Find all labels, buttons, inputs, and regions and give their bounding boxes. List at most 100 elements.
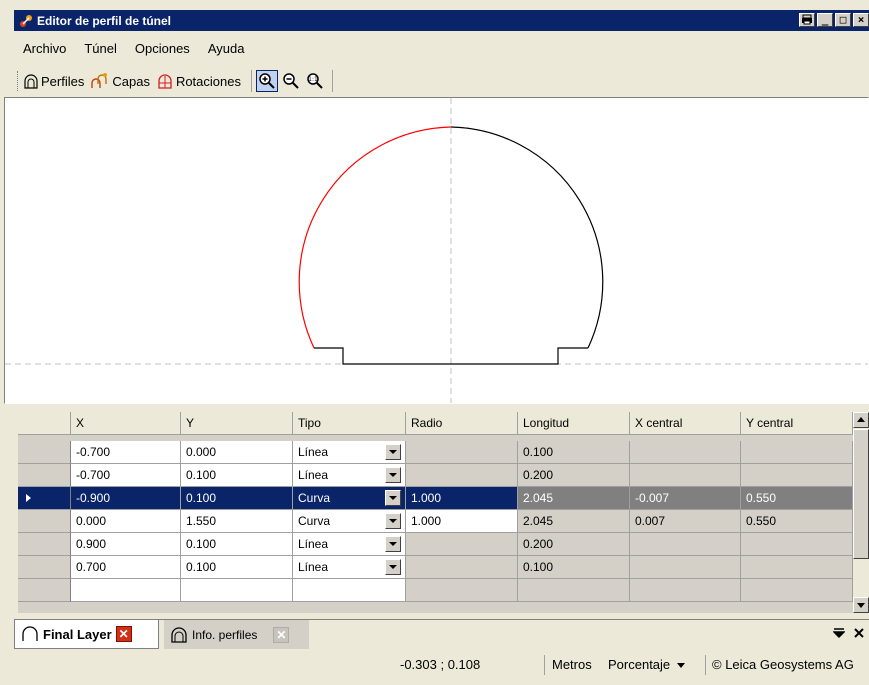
cell-radio[interactable]: 1.000 bbox=[406, 510, 518, 533]
menu-archivo[interactable]: Archivo bbox=[14, 41, 75, 56]
tipo-dropdown-button[interactable] bbox=[385, 444, 401, 460]
cell-y-central bbox=[741, 464, 853, 487]
cell-radio bbox=[406, 441, 518, 464]
cell-y-central bbox=[741, 441, 853, 464]
cell-tipo[interactable]: Línea bbox=[293, 533, 406, 556]
profile-canvas[interactable] bbox=[4, 97, 869, 404]
print-icon[interactable] bbox=[799, 13, 815, 27]
cell-radio bbox=[406, 556, 518, 579]
copyright-label: © Leica Geosystems AG bbox=[712, 657, 854, 672]
cell-tipo[interactable] bbox=[293, 579, 406, 602]
cell-y[interactable]: 0.100 bbox=[181, 556, 293, 579]
capas-label: Capas bbox=[112, 73, 150, 89]
right-arc[interactable] bbox=[450, 126, 604, 349]
tipo-value: Curva bbox=[298, 491, 331, 505]
zoom-fit-button[interactable]: 1:1 bbox=[304, 70, 326, 92]
cell-radio[interactable]: 1.000 bbox=[406, 487, 518, 510]
cell-y[interactable]: 0.000 bbox=[181, 441, 293, 464]
mode-dropdown[interactable]: Porcentaje bbox=[608, 657, 685, 672]
row-header[interactable] bbox=[18, 556, 71, 579]
menu-ayuda[interactable]: Ayuda bbox=[199, 41, 254, 56]
zoom-out-icon bbox=[283, 73, 299, 89]
cell-tipo[interactable]: Curva bbox=[293, 487, 406, 510]
rotaciones-button[interactable]: Rotaciones bbox=[156, 72, 241, 90]
maximize-button[interactable]: □ bbox=[835, 13, 851, 27]
col-header-tipo[interactable]: Tipo bbox=[293, 412, 406, 435]
row-header[interactable] bbox=[18, 579, 71, 602]
cell-y[interactable]: 1.550 bbox=[181, 510, 293, 533]
cell-x-central bbox=[630, 464, 741, 487]
cell-x[interactable]: 0.700 bbox=[71, 556, 181, 579]
table-row[interactable]: -0.700 0.000 Línea 0.100 bbox=[18, 441, 853, 464]
app-icon bbox=[18, 13, 34, 29]
perfiles-button[interactable]: Perfiles bbox=[23, 73, 84, 89]
tipo-dropdown-button[interactable] bbox=[385, 490, 401, 506]
tunnel-profile-icon bbox=[24, 74, 38, 89]
corner-header[interactable] bbox=[18, 412, 71, 435]
tab-final-layer[interactable]: Final Layer ✕ bbox=[14, 620, 159, 649]
arrow-up-icon bbox=[857, 417, 865, 422]
close-tab-icon[interactable]: ✕ bbox=[273, 626, 290, 643]
title-bar[interactable]: Editor de perfil de túnel _ □ × bbox=[14, 10, 869, 31]
col-header-x-central[interactable]: X central bbox=[630, 412, 741, 435]
scroll-thumb[interactable] bbox=[853, 429, 869, 559]
status-separator bbox=[705, 655, 706, 675]
table-row-partial[interactable] bbox=[18, 579, 853, 602]
close-tab-icon[interactable]: ✕ bbox=[115, 626, 132, 642]
tipo-dropdown-button[interactable] bbox=[385, 559, 401, 575]
cell-tipo[interactable]: Línea bbox=[293, 464, 406, 487]
row-header-current[interactable] bbox=[18, 487, 71, 510]
tab-info-perfiles[interactable]: Info. perfiles ✕ bbox=[164, 620, 309, 649]
row-header[interactable] bbox=[18, 510, 71, 533]
cell-x[interactable]: 0.000 bbox=[71, 510, 181, 533]
col-header-y-central[interactable]: Y central bbox=[741, 412, 853, 435]
cell-x[interactable] bbox=[71, 579, 181, 602]
cell-tipo[interactable]: Curva bbox=[293, 510, 406, 533]
menu-opciones[interactable]: Opciones bbox=[126, 41, 199, 56]
grid-vertical-scrollbar[interactable] bbox=[853, 412, 869, 613]
table-row-selected[interactable]: -0.900 0.100 Curva 1.000 2.045 -0.007 0.… bbox=[18, 487, 853, 510]
zoom-out-button[interactable] bbox=[280, 70, 302, 92]
cell-y[interactable]: 0.100 bbox=[181, 464, 293, 487]
chevron-down-icon bbox=[676, 663, 685, 668]
capas-button[interactable]: Capas bbox=[90, 72, 150, 90]
row-header[interactable] bbox=[18, 441, 71, 464]
row-header[interactable] bbox=[18, 464, 71, 487]
cell-y[interactable] bbox=[181, 579, 293, 602]
close-button[interactable]: × bbox=[853, 13, 869, 27]
cell-y[interactable]: 0.100 bbox=[181, 533, 293, 556]
left-arc[interactable] bbox=[298, 126, 452, 349]
minimize-button[interactable]: _ bbox=[817, 13, 833, 27]
table-row[interactable]: -0.700 0.100 Línea 0.200 bbox=[18, 464, 853, 487]
tunnel-profile-drawing[interactable] bbox=[5, 98, 869, 404]
col-header-y[interactable]: Y bbox=[181, 412, 293, 435]
cell-x[interactable]: -0.700 bbox=[71, 441, 181, 464]
cell-x[interactable]: -0.700 bbox=[71, 464, 181, 487]
scroll-down-button[interactable] bbox=[853, 597, 869, 613]
menu-tunel[interactable]: Túnel bbox=[75, 41, 126, 56]
current-row-arrow-icon bbox=[26, 494, 31, 502]
splitter[interactable] bbox=[4, 404, 869, 410]
col-header-longitud[interactable]: Longitud bbox=[518, 412, 630, 435]
col-header-radio[interactable]: Radio bbox=[406, 412, 518, 435]
tipo-dropdown-button[interactable] bbox=[385, 536, 401, 552]
table-row[interactable]: 0.000 1.550 Curva 1.000 2.045 0.007 0.55… bbox=[18, 510, 853, 533]
table-row[interactable]: 0.700 0.100 Línea 0.100 bbox=[18, 556, 853, 579]
cell-tipo[interactable]: Línea bbox=[293, 441, 406, 464]
pane-menu-icon[interactable] bbox=[832, 627, 846, 643]
cell-x[interactable]: -0.900 bbox=[71, 487, 181, 510]
tipo-dropdown-button[interactable] bbox=[385, 513, 401, 529]
row-header[interactable] bbox=[18, 533, 71, 556]
scroll-up-button[interactable] bbox=[853, 412, 869, 428]
tipo-dropdown-button[interactable] bbox=[385, 467, 401, 483]
zoom-in-button[interactable] bbox=[255, 70, 278, 92]
cell-tipo[interactable]: Línea bbox=[293, 556, 406, 579]
toolbar-grip[interactable] bbox=[17, 71, 20, 91]
segments-grid[interactable]: X Y Tipo Radio Longitud X central Y cent… bbox=[18, 412, 853, 613]
table-row[interactable]: 0.900 0.100 Línea 0.200 bbox=[18, 533, 853, 556]
cell-x[interactable]: 0.900 bbox=[71, 533, 181, 556]
cell-y[interactable]: 0.100 bbox=[181, 487, 293, 510]
col-header-x[interactable]: X bbox=[71, 412, 181, 435]
close-pane-icon[interactable] bbox=[853, 627, 865, 643]
toolbar-separator-end bbox=[331, 70, 333, 92]
